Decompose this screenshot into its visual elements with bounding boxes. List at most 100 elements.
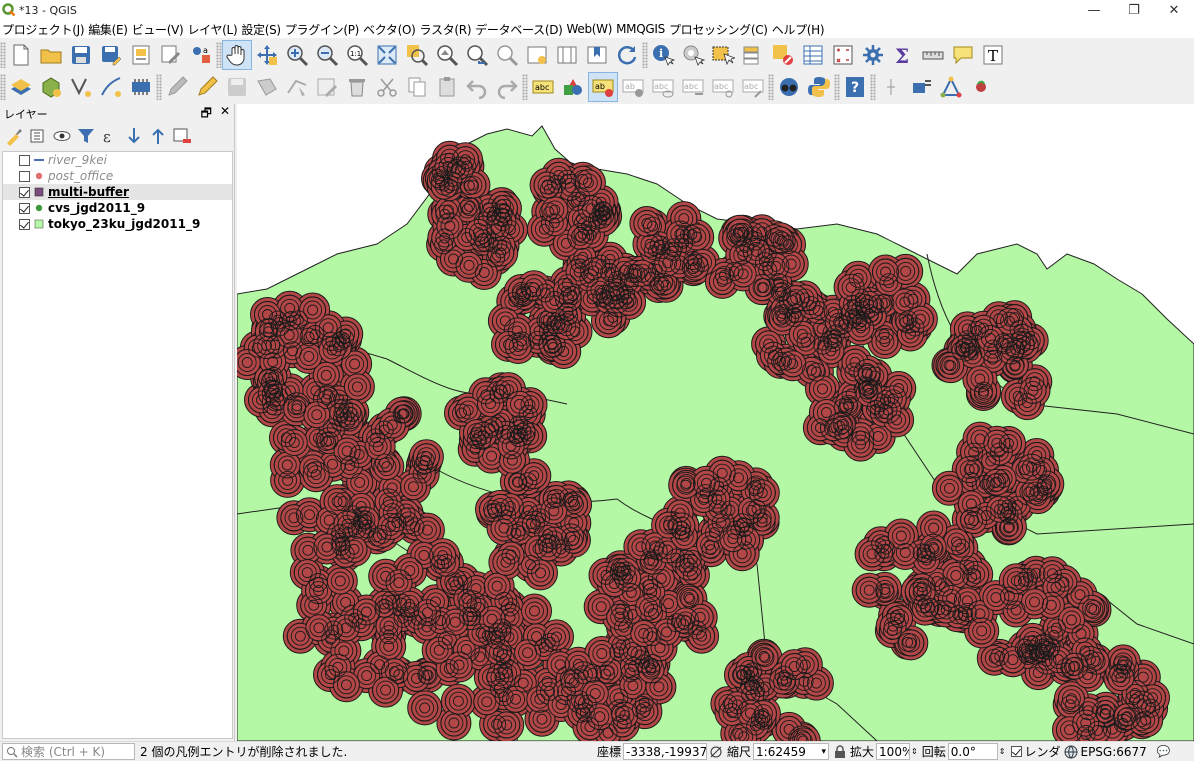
menu-project[interactable]: プロジェクト(J) (2, 21, 88, 38)
processing-toolbox-icon[interactable] (858, 40, 888, 70)
new-project-icon[interactable] (6, 40, 36, 70)
manage-visibility-icon[interactable] (50, 125, 74, 147)
identify-icon[interactable]: i (648, 40, 678, 70)
layer-item-cvs[interactable]: cvs_jgd2011_9 (3, 200, 232, 216)
new-geopackage-icon[interactable] (36, 72, 66, 102)
close-window-button[interactable]: ✕ (1154, 0, 1194, 20)
menu-database[interactable]: データベース(D) (475, 21, 566, 38)
help-icon[interactable]: ? (840, 72, 870, 102)
layer-item-post-office[interactable]: post_office (3, 168, 232, 184)
zoom-out-icon[interactable] (312, 40, 342, 70)
zoom-in-icon[interactable] (282, 40, 312, 70)
filter-legend-icon[interactable] (74, 125, 98, 147)
map-canvas[interactable] (237, 104, 1194, 741)
layer-visibility-checkbox[interactable] (19, 154, 30, 166)
menu-raster[interactable]: ラスタ(R) (420, 21, 476, 38)
layer-item-tokyo-23ku[interactable]: tokyo_23ku_jgd2011_9 (3, 216, 232, 232)
diagram-options-icon[interactable] (558, 72, 588, 102)
layer-styling-icon[interactable] (2, 125, 26, 147)
temporal-controller-icon[interactable] (552, 40, 582, 70)
save-project-icon[interactable] (66, 40, 96, 70)
move-label-icon[interactable]: abc (678, 72, 708, 102)
pan-to-selection-icon[interactable] (252, 40, 282, 70)
close-panel-button[interactable]: ✕ (220, 104, 230, 125)
cut-features-icon[interactable] (372, 72, 402, 102)
copy-features-icon[interactable] (402, 72, 432, 102)
zoom-to-selection-icon[interactable] (402, 40, 432, 70)
refresh-icon[interactable] (612, 40, 642, 70)
pan-hand-icon[interactable] (222, 40, 252, 70)
menu-view[interactable]: ビュー(V) (132, 21, 188, 38)
highlight-pinned-labels-icon[interactable]: ab (588, 72, 618, 102)
modify-attributes-icon[interactable] (312, 72, 342, 102)
plugin-red-icon[interactable] (966, 72, 996, 102)
vertex-tool-icon[interactable] (282, 72, 312, 102)
menu-settings[interactable]: 設定(S) (241, 21, 284, 38)
deselect-icon[interactable] (768, 40, 798, 70)
open-project-icon[interactable] (36, 40, 66, 70)
redo-icon[interactable] (492, 72, 522, 102)
menu-edit[interactable]: 編集(E) (88, 21, 131, 38)
select-by-value-icon[interactable] (738, 40, 768, 70)
delete-selected-icon[interactable] (342, 72, 372, 102)
style-manager-icon[interactable]: a (186, 40, 216, 70)
change-label-icon[interactable]: abc (738, 72, 768, 102)
north-arrow-icon[interactable] (876, 72, 906, 102)
zoom-next-icon[interactable] (492, 40, 522, 70)
menu-vector[interactable]: ベクタ(O) (363, 21, 420, 38)
save-as-icon[interactable] (96, 40, 126, 70)
paste-features-icon[interactable] (432, 72, 462, 102)
expand-all-icon[interactable] (122, 125, 146, 147)
edits-icon[interactable] (162, 72, 192, 102)
toggle-editing-icon[interactable] (192, 72, 222, 102)
map-bookmark-icon[interactable] (582, 40, 612, 70)
data-source-manager-icon[interactable] (6, 72, 36, 102)
actions-icon[interactable] (678, 40, 708, 70)
attribute-table-icon[interactable] (798, 40, 828, 70)
remove-layer-icon[interactable] (170, 125, 194, 147)
restore-button[interactable]: ❐ (1114, 0, 1154, 20)
mmqgis-tool-icon[interactable] (906, 72, 936, 102)
zoom-native-icon[interactable]: 1:1 (342, 40, 372, 70)
pin-labels-icon[interactable]: ab (618, 72, 648, 102)
print-layout-icon[interactable] (126, 40, 156, 70)
digitize-pen-icon[interactable] (96, 72, 126, 102)
menu-layer[interactable]: レイヤ(L) (187, 21, 241, 38)
collapse-all-icon[interactable] (146, 125, 170, 147)
digitize-line-icon[interactable] (66, 72, 96, 102)
plugin-glasses-icon[interactable] (774, 72, 804, 102)
menu-plugins[interactable]: プラグイン(P) (285, 21, 363, 38)
python-console-icon[interactable] (804, 72, 834, 102)
float-panel-button[interactable]: 🗗 (201, 104, 212, 125)
filter-expression-icon[interactable]: ε (98, 125, 122, 147)
layer-visibility-checkbox[interactable] (19, 186, 30, 198)
undo-icon[interactable] (462, 72, 492, 102)
measure-icon[interactable] (918, 40, 948, 70)
map-tips-icon[interactable] (948, 40, 978, 70)
add-group-icon[interactable] (26, 125, 50, 147)
layer-labeling-icon[interactable]: abc (528, 72, 558, 102)
layer-visibility-checkbox[interactable] (19, 202, 30, 214)
layer-item-river[interactable]: river_9kei (3, 152, 232, 168)
show-hide-labels-icon[interactable]: abc (648, 72, 678, 102)
layer-visibility-checkbox[interactable] (19, 218, 30, 230)
menu-web[interactable]: Web(W) (567, 22, 617, 36)
layout-manager-icon[interactable] (156, 40, 186, 70)
menu-mmqgis[interactable]: MMQGIS (616, 22, 669, 36)
map-svg[interactable] (237, 104, 1194, 741)
network-tool-icon[interactable] (936, 72, 966, 102)
select-features-icon[interactable] (708, 40, 738, 70)
zoom-last-icon[interactable] (462, 40, 492, 70)
statistics-sigma-icon[interactable]: Σ (888, 40, 918, 70)
add-feature-icon[interactable] (252, 72, 282, 102)
minimize-button[interactable]: — (1074, 0, 1114, 20)
zoom-full-icon[interactable] (372, 40, 402, 70)
text-annotation-icon[interactable]: T (978, 40, 1008, 70)
virtual-layer-icon[interactable] (126, 72, 156, 102)
zoom-to-layer-icon[interactable] (432, 40, 462, 70)
layer-visibility-checkbox[interactable] (19, 170, 30, 182)
menu-processing[interactable]: プロセッシング(C) (669, 21, 772, 38)
layer-item-multi-buffer[interactable]: multi-buffer (3, 184, 232, 200)
save-edits-icon[interactable] (222, 72, 252, 102)
menu-help[interactable]: ヘルプ(H) (772, 21, 829, 38)
